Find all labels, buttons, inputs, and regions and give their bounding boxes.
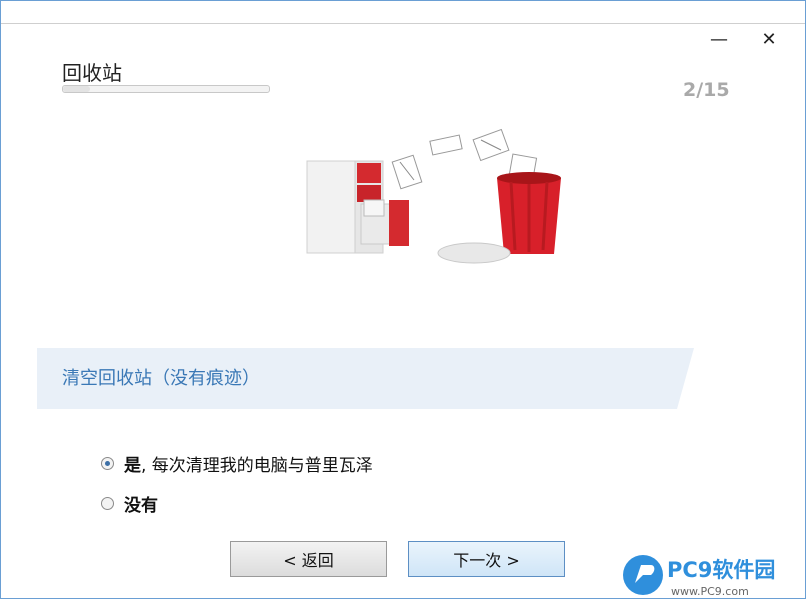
section-heading: 清空回收站（没有痕迹） xyxy=(62,368,260,389)
recycle-bin-illustration xyxy=(306,128,561,264)
trash-lid xyxy=(437,242,511,264)
red-trash-bin xyxy=(497,172,561,254)
next-button[interactable]: 下一次 > xyxy=(408,541,565,577)
back-button[interactable]: < 返回 xyxy=(230,541,387,577)
minimize-icon[interactable]: — xyxy=(707,29,731,51)
close-icon[interactable]: ✕ xyxy=(757,29,781,51)
option-yes[interactable]: 是 , 每次清理我的电脑与普里瓦泽 xyxy=(101,451,373,476)
step-counter: 2/15 xyxy=(683,79,730,101)
radio-no[interactable] xyxy=(101,497,114,510)
option-yes-label: , 每次清理我的电脑与普里瓦泽 xyxy=(141,456,373,476)
option-no-label: 没有 xyxy=(124,496,158,516)
progress-fill xyxy=(63,86,91,92)
pc9-watermark-logo: PC9软件园 www.PC9.com xyxy=(623,555,775,598)
progress-bar xyxy=(62,85,270,93)
watermark-text: PC9软件园 xyxy=(667,558,775,582)
title-bar xyxy=(1,1,805,24)
watermark-sub: www.PC9.com xyxy=(671,585,749,598)
wizard-window: — ✕ 回收站 2/15 清空回收站（没有痕迹） 是 , 每次清理我的电脑与普里… xyxy=(0,0,806,599)
option-yes-bold: 是 xyxy=(124,456,141,476)
radio-yes[interactable] xyxy=(101,457,114,470)
page-title: 回收站 xyxy=(62,61,122,85)
option-no[interactable]: 没有 xyxy=(101,491,158,516)
file-cabinet xyxy=(306,160,409,254)
